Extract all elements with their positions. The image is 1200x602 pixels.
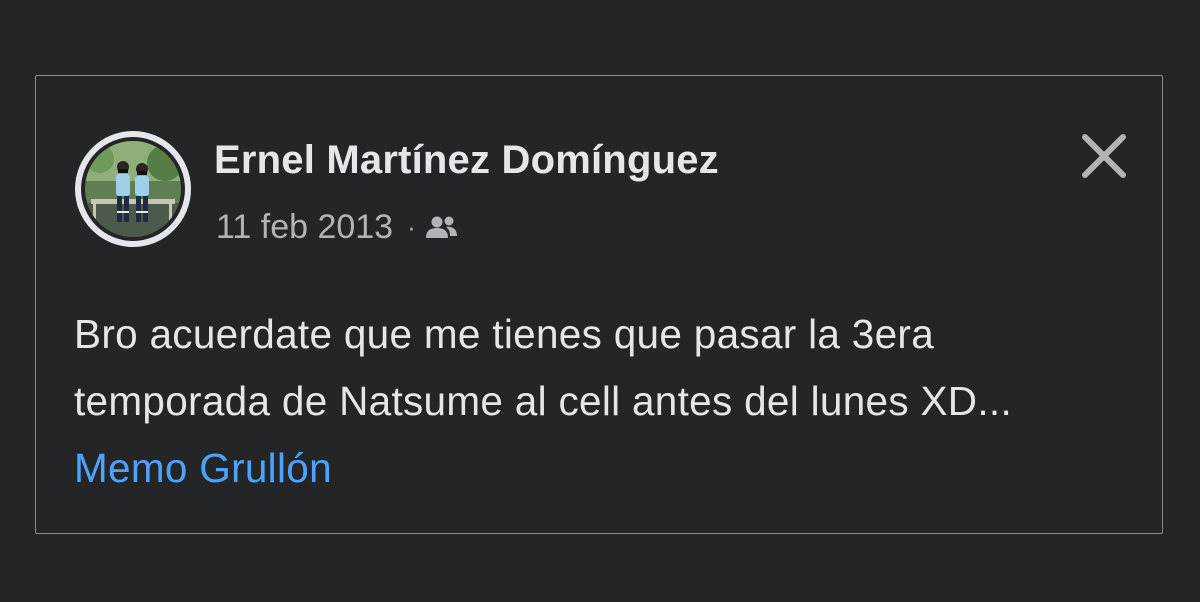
post-text: Bro acuerdate que me tienes que pasar la… <box>74 301 1134 502</box>
meta-separator: · <box>407 212 416 242</box>
friends-icon[interactable] <box>424 213 460 243</box>
post-body: Bro acuerdate que me tienes que pasar la… <box>74 311 1012 424</box>
avatar-photo <box>85 141 181 237</box>
close-icon <box>1082 134 1126 178</box>
mention-link[interactable]: Memo Grullón <box>74 445 332 491</box>
author-name[interactable]: Ernel Martínez Domínguez <box>214 138 719 183</box>
author-avatar[interactable] <box>75 131 191 247</box>
post-card: Ernel Martínez Domínguez 11 feb 2013 · B… <box>35 75 1163 534</box>
post-date[interactable]: 11 feb 2013 <box>216 208 393 247</box>
post-meta: 11 feb 2013 · <box>216 208 460 247</box>
close-button[interactable] <box>1076 128 1132 184</box>
avatar-frame <box>81 137 185 241</box>
